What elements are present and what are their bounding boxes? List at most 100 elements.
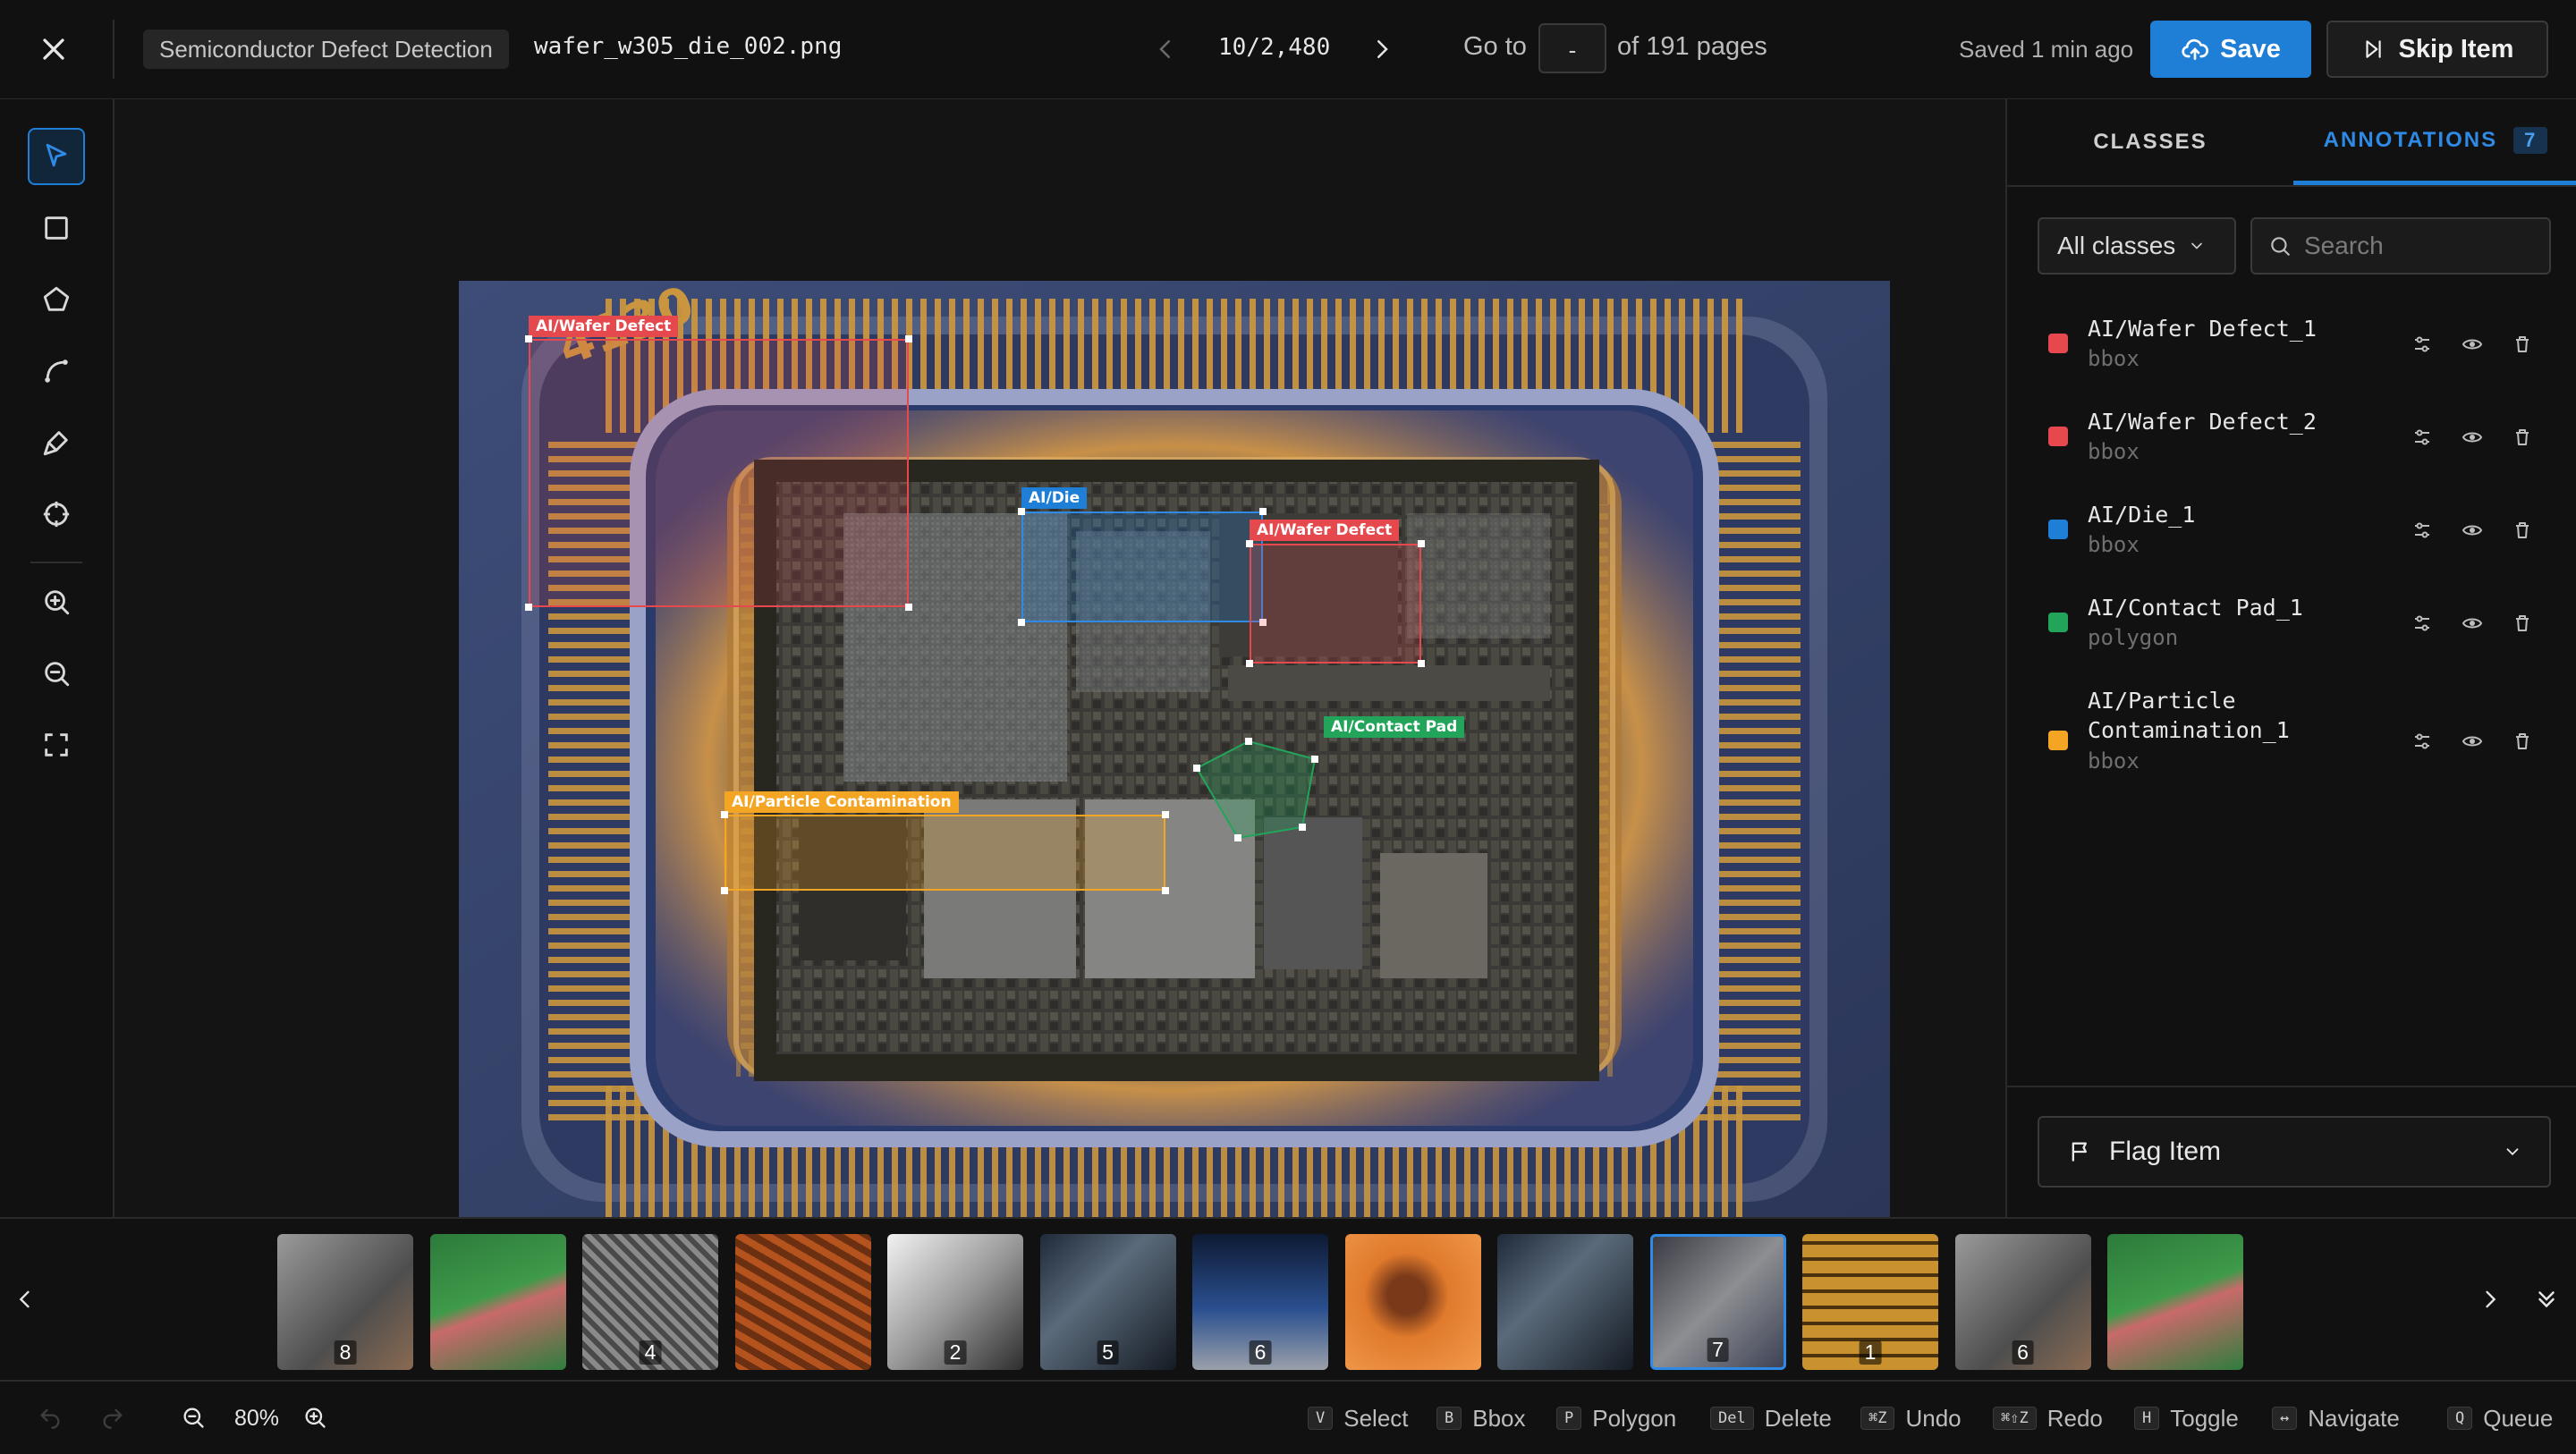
resize-handle[interactable] [1018, 508, 1025, 515]
thumbnail-blue-chip[interactable]: 6 [1192, 1234, 1328, 1370]
thumbnail-green-circuit[interactable] [2107, 1234, 2243, 1370]
die-bbox[interactable] [1021, 511, 1263, 622]
close-icon[interactable] [36, 31, 72, 67]
polygon-vertex[interactable] [1299, 824, 1306, 831]
shortcut-delete: Del Delete [1710, 1401, 1832, 1435]
curve-icon [45, 359, 68, 383]
wafer-defect-bbox-1[interactable] [529, 339, 909, 607]
sliders-icon[interactable] [2411, 427, 2433, 448]
tab-annotations[interactable]: ANNOTATIONS 7 [2293, 99, 2576, 185]
bbox-tool[interactable] [28, 199, 85, 257]
trash-icon[interactable] [2512, 427, 2533, 448]
polyline-tool[interactable] [28, 342, 85, 400]
trash-icon[interactable] [2512, 520, 2533, 541]
point-tool[interactable] [28, 486, 85, 543]
resize-handle[interactable] [905, 604, 912, 611]
skip-item-label: Skip Item [2398, 34, 2514, 63]
polygon-vertex[interactable] [1311, 756, 1318, 763]
goto-page-input[interactable]: - [1538, 23, 1606, 73]
eye-icon[interactable] [2462, 334, 2483, 355]
thumbnail-ic-label[interactable] [1497, 1234, 1633, 1370]
save-button-label: Save [2220, 34, 2281, 63]
eye-icon[interactable] [2462, 613, 2483, 634]
shortcut-toggle: H Toggle [2134, 1401, 2239, 1435]
brush-tool[interactable] [28, 414, 85, 471]
fit-screen-tool[interactable] [28, 716, 85, 773]
shortcut-polygon: P Polygon [1556, 1401, 1676, 1435]
thumbnail-annotation-count: 4 [639, 1340, 662, 1365]
zoom-out-icon[interactable] [181, 1405, 206, 1430]
prev-item-button[interactable] [1152, 34, 1179, 64]
flag-item-dropdown[interactable]: Flag Item [2038, 1116, 2551, 1188]
polygon-vertex[interactable] [1245, 738, 1252, 745]
sliders-icon[interactable] [2411, 731, 2433, 752]
thumbnail-microscope[interactable]: 2 [887, 1234, 1023, 1370]
sliders-icon[interactable] [2411, 613, 2433, 634]
thumbnail-annotation-count: 8 [334, 1340, 357, 1365]
resize-handle[interactable] [525, 604, 532, 611]
resize-handle[interactable] [1018, 619, 1025, 626]
sliders-icon[interactable] [2411, 520, 2433, 541]
annotation-item[interactable]: AI/Wafer Defect_2 bbox [2038, 407, 2551, 478]
resize-handle[interactable] [721, 811, 728, 818]
skip-item-button[interactable]: Skip Item [2326, 21, 2548, 78]
annotation-item[interactable]: AI/Particle Contamination_1 bbox [2038, 686, 2551, 784]
class-color-swatch [2048, 427, 2068, 446]
thumbnail-orange-board[interactable] [734, 1234, 871, 1370]
thumbnail-gold-grid[interactable]: 1 [1802, 1234, 1938, 1370]
resize-handle[interactable] [1259, 508, 1267, 515]
collapse-strip-icon[interactable] [2533, 1285, 2560, 1314]
next-item-button[interactable] [1368, 34, 1395, 64]
sliders-icon[interactable] [2411, 334, 2433, 355]
trash-icon[interactable] [2512, 613, 2533, 634]
thumbnail-chip-on-pad[interactable]: 8 [277, 1234, 413, 1370]
annotation-item[interactable]: AI/Wafer Defect_1 bbox [2038, 314, 2551, 385]
save-button[interactable]: Save [2150, 21, 2311, 78]
thumbnail-die[interactable]: 7 [1649, 1234, 1786, 1370]
eye-icon[interactable] [2462, 731, 2483, 752]
resize-handle[interactable] [1418, 660, 1425, 667]
polygon-vertex[interactable] [1193, 765, 1200, 772]
resize-handle[interactable] [1162, 887, 1169, 894]
annotation-canvas[interactable]: 4130 AI/Wafer Defect AI/Die AI/Wafer Def… [114, 99, 2005, 1234]
save-status: Saved 1 min ago [1959, 36, 2134, 63]
resize-handle[interactable] [1246, 660, 1253, 667]
thumbnail-ic-label[interactable]: 5 [1039, 1234, 1176, 1370]
thumbnail-chip-on-pad[interactable]: 6 [1954, 1234, 2091, 1370]
select-tool[interactable] [28, 128, 85, 185]
resize-handle[interactable] [721, 887, 728, 894]
class-filter-select[interactable]: All classes [2038, 217, 2236, 275]
chevron-right-icon[interactable] [2478, 1285, 2503, 1314]
trash-icon[interactable] [2512, 334, 2533, 355]
zoom-in-tool[interactable] [28, 573, 85, 630]
wafer-defect-bbox-2[interactable] [1250, 544, 1421, 664]
resize-handle[interactable] [1162, 811, 1169, 818]
cloud-upload-icon [2181, 35, 2209, 63]
tool-palette [0, 99, 114, 1217]
resize-handle[interactable] [1418, 540, 1425, 547]
annotation-item[interactable]: AI/Die_1 bbox [2038, 500, 2551, 571]
eye-icon[interactable] [2462, 427, 2483, 448]
search-input[interactable]: Search [2250, 217, 2551, 275]
thumbnail-orange-button[interactable] [1344, 1234, 1481, 1370]
resize-handle[interactable] [1246, 540, 1253, 547]
zoom-out-tool[interactable] [28, 645, 85, 702]
polygon-tool[interactable] [28, 271, 85, 328]
annotation-item[interactable]: AI/Contact Pad_1 polygon [2038, 593, 2551, 664]
thumbnail-mesh[interactable]: 4 [582, 1234, 718, 1370]
zoom-out-icon [45, 662, 70, 687]
undo-icon[interactable] [38, 1405, 63, 1430]
polygon-vertex[interactable] [1234, 834, 1241, 841]
tab-classes[interactable]: CLASSES [2007, 99, 2293, 185]
shortcut-undo: ⌘Z Undo [1860, 1401, 1962, 1435]
thumbnail-green-circuit[interactable] [429, 1234, 566, 1370]
particle-contamination-bbox[interactable] [724, 815, 1165, 891]
eye-icon[interactable] [2462, 520, 2483, 541]
chevron-left-icon[interactable] [13, 1285, 38, 1314]
contact-pad-polygon[interactable] [1188, 725, 1349, 859]
redo-icon[interactable] [100, 1405, 125, 1430]
resize-handle[interactable] [525, 335, 532, 342]
resize-handle[interactable] [905, 335, 912, 342]
zoom-in-icon[interactable] [302, 1405, 327, 1430]
trash-icon[interactable] [2512, 731, 2533, 752]
